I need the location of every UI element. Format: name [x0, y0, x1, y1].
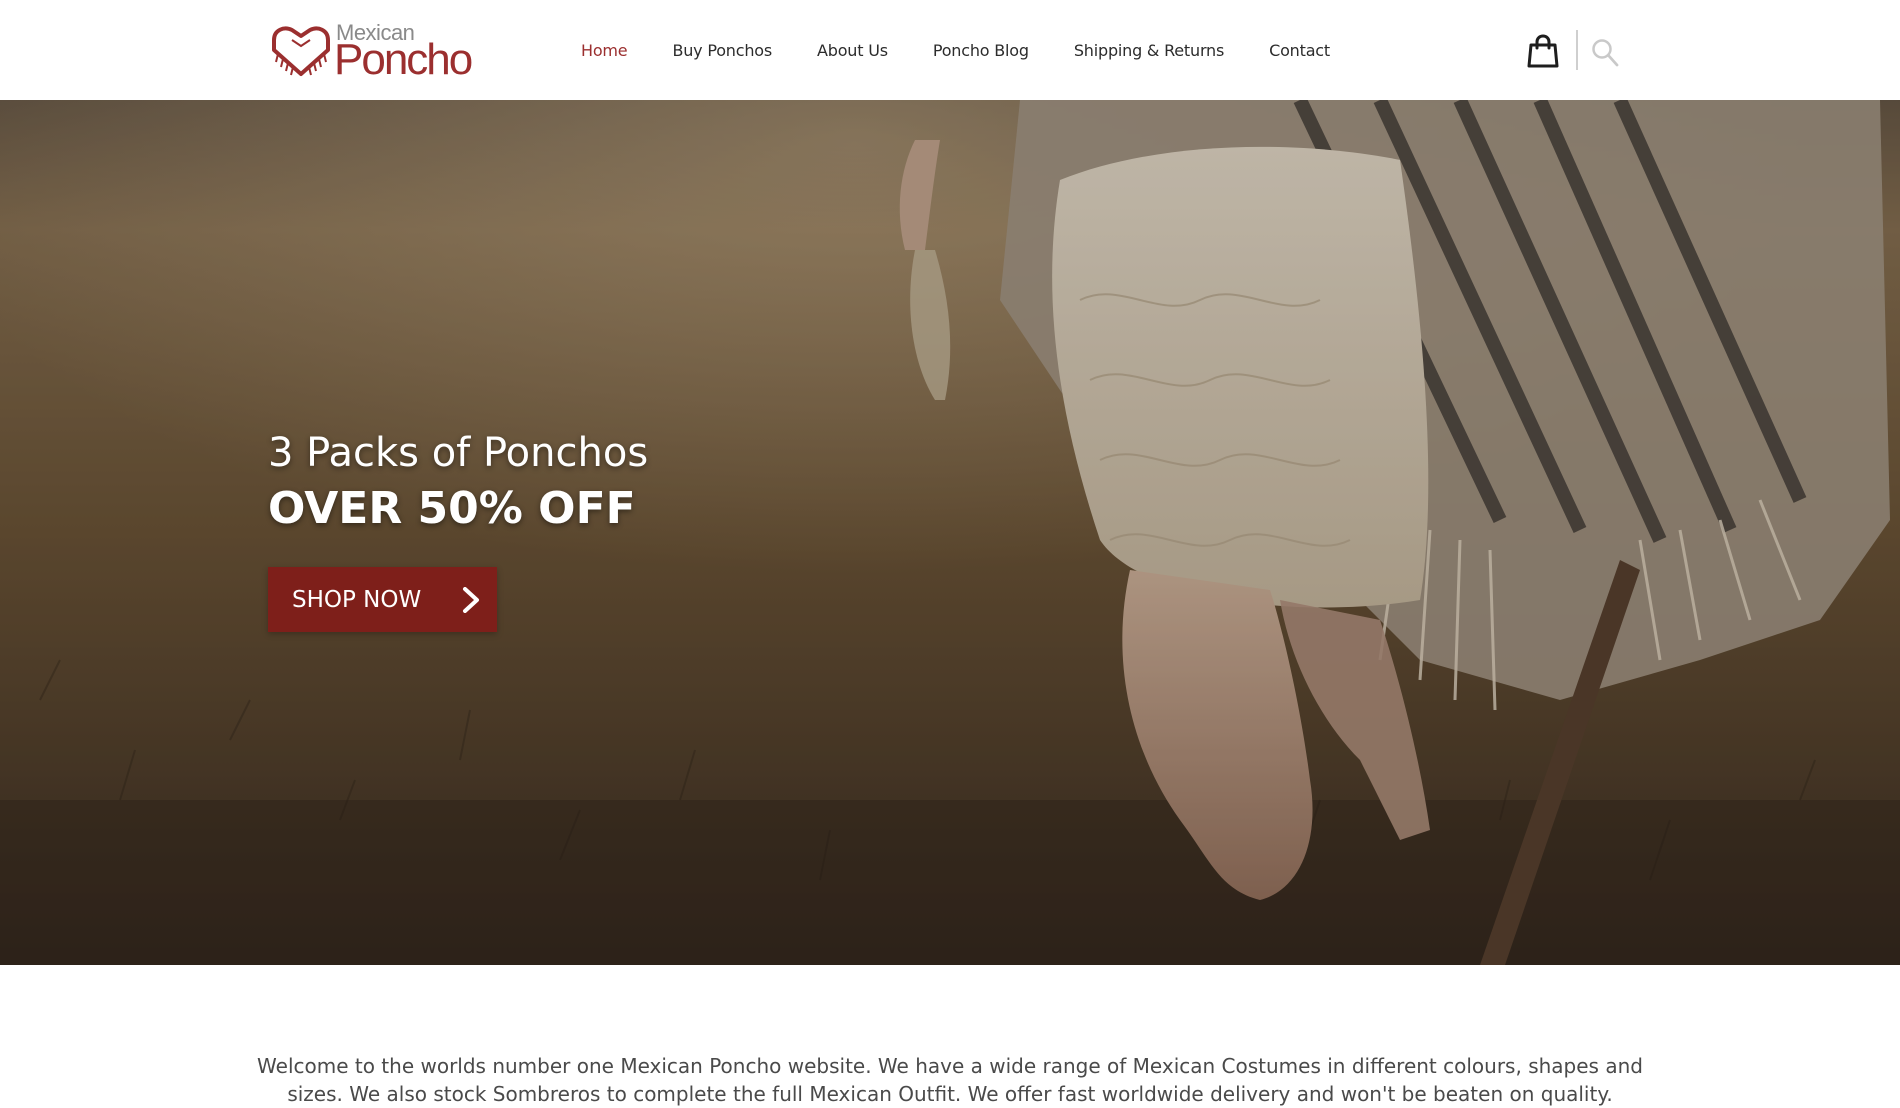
- search-icon: [1592, 39, 1619, 67]
- nav-home[interactable]: Home: [581, 41, 628, 60]
- poncho-logo-icon: [272, 26, 330, 76]
- main-nav: Home Buy Ponchos About Us Poncho Blog Sh…: [581, 38, 1375, 62]
- nav-poncho-blog[interactable]: Poncho Blog: [933, 41, 1029, 60]
- search-button[interactable]: [1591, 38, 1619, 68]
- cart-button[interactable]: [1527, 34, 1559, 68]
- shop-now-button[interactable]: SHOP NOW: [268, 567, 497, 632]
- chevron-right-icon: [463, 587, 479, 613]
- brand-logo[interactable]: Mexican Poncho: [270, 20, 473, 84]
- intro-paragraph: Welcome to the worlds number one Mexican…: [257, 1054, 1643, 1106]
- header-divider: [1576, 30, 1578, 70]
- nav-contact[interactable]: Contact: [1269, 41, 1330, 60]
- logo-main-word: Poncho: [334, 35, 473, 84]
- nav-about-us[interactable]: About Us: [817, 41, 888, 60]
- hero-banner: 3 Packs of Ponchos OVER 50% OFF SHOP NOW: [0, 100, 1900, 965]
- site-header: Mexican Poncho Home Buy Ponchos About Us…: [0, 0, 1900, 100]
- hero-title: OVER 50% OFF: [268, 483, 636, 534]
- nav-buy-ponchos[interactable]: Buy Ponchos: [672, 41, 772, 60]
- shopping-bag-icon: [1527, 34, 1559, 68]
- nav-shipping-returns[interactable]: Shipping & Returns: [1074, 41, 1224, 60]
- shop-now-label: SHOP NOW: [292, 586, 422, 613]
- hero-subtitle: 3 Packs of Ponchos: [268, 430, 649, 476]
